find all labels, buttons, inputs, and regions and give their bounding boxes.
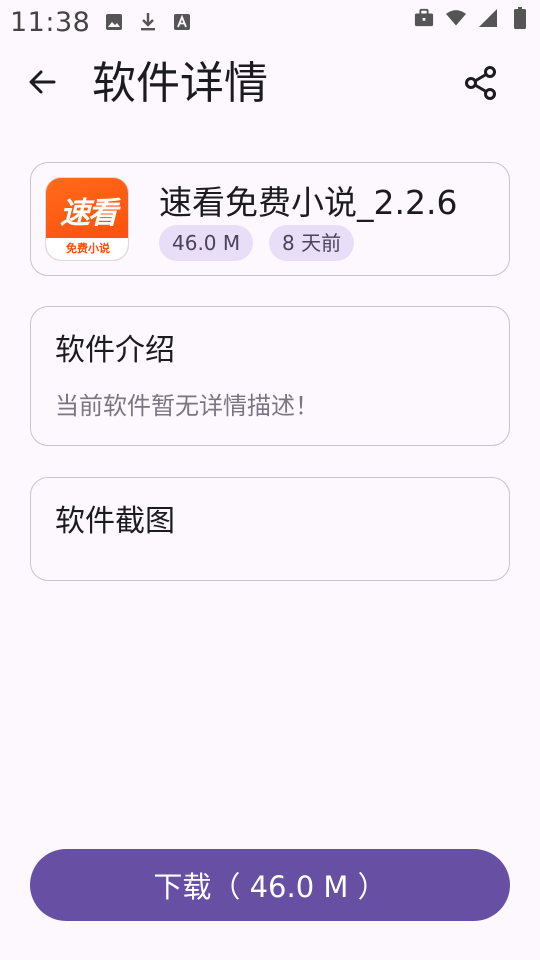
intro-title: 软件介绍 [55, 333, 175, 368]
status-bar: 11:38 [0, 0, 540, 44]
work-icon [414, 8, 434, 28]
app-info-card[interactable]: 速看 免费小说 速看免费小说_2.2.6 46.0 M 8 天前 [30, 162, 510, 276]
back-button[interactable] [24, 66, 60, 102]
arrow-back-icon [28, 68, 56, 100]
download-button[interactable]: 下载（ 46.0 M ） [30, 849, 510, 921]
signal-icon [478, 8, 498, 28]
updated-chip: 8 天前 [269, 225, 355, 261]
battery-icon [510, 7, 530, 29]
download-icon [138, 12, 158, 32]
share-button[interactable] [460, 64, 502, 106]
status-time: 11:38 [10, 6, 91, 38]
screenshots-card: 软件截图 [30, 477, 510, 581]
wifi-icon [446, 8, 466, 28]
app-icon-subtitle: 免费小说 [46, 238, 128, 260]
app-icon-logo-text: 速看 [60, 196, 118, 231]
screenshots-title: 软件截图 [55, 504, 175, 539]
font-icon [172, 12, 192, 32]
share-icon [465, 66, 497, 104]
size-chip: 46.0 M [159, 225, 254, 261]
image-icon [104, 12, 124, 32]
app-icon: 速看 免费小说 [45, 177, 129, 261]
page-title: 软件详情 [92, 58, 268, 109]
app-name: 速看免费小说_2.2.6 [159, 183, 458, 222]
app-bar: 软件详情 [0, 52, 540, 116]
intro-description: 当前软件暂无详情描述！ [55, 392, 319, 420]
intro-card: 软件介绍 当前软件暂无详情描述！ [30, 306, 510, 446]
